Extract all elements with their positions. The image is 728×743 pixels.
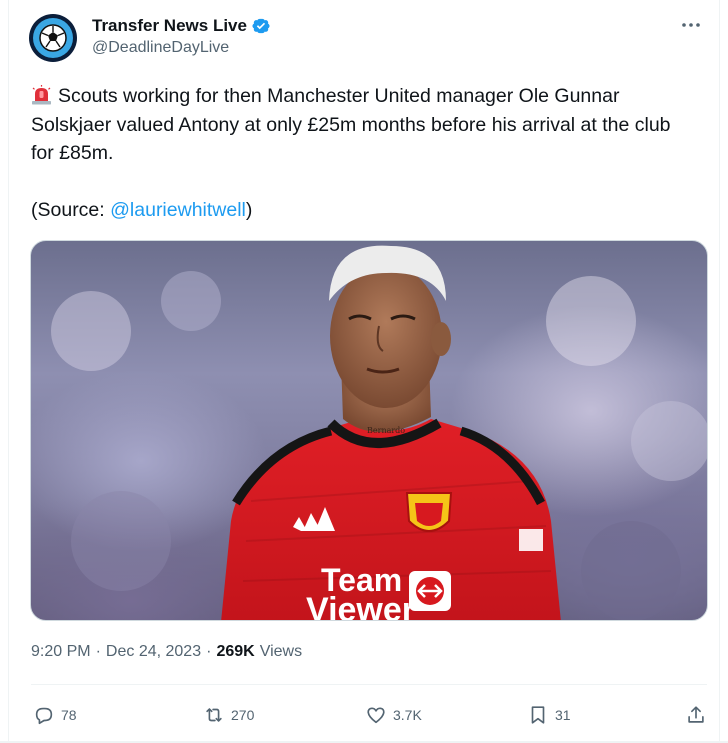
bookmark-count: 31 (555, 707, 571, 723)
verified-badge-icon (251, 16, 271, 36)
sleeve-patch (519, 529, 543, 551)
sponsor-text-line2: Viewer (306, 591, 415, 621)
bookmark-icon (531, 706, 545, 724)
football-icon (33, 18, 73, 58)
like-count: 3.7K (393, 707, 422, 723)
display-name[interactable]: Transfer News Live (92, 16, 247, 36)
share-button[interactable] (685, 700, 707, 730)
neck-tattoo: Bernardo (367, 426, 405, 435)
meta-separator: · (95, 643, 101, 660)
views-count: 269K (216, 643, 255, 660)
source-suffix: ) (245, 198, 253, 221)
tweet-card: Transfer News Live @DeadlineDayLive Scou… (8, 0, 720, 743)
source-line: (Source: @lauriewhitwell) (31, 196, 691, 225)
reply-icon (35, 707, 53, 725)
repost-icon (206, 708, 222, 722)
divider (31, 684, 707, 685)
tweet-meta: 9:20 PM · Dec 24, 2023 · 269K Views (31, 643, 302, 661)
more-options-button[interactable] (677, 14, 705, 36)
user-info: Transfer News Live @DeadlineDayLive (92, 16, 271, 57)
like-button[interactable]: 3.7K (365, 700, 422, 730)
club-crest (405, 492, 453, 532)
source-prefix: (Source: (31, 198, 111, 221)
sponsor-logo (409, 571, 451, 611)
tweet-date[interactable]: Dec 24, 2023 (106, 643, 201, 661)
tweet-media-image[interactable]: Bernardo Team Viewer (30, 240, 708, 621)
share-icon (688, 706, 704, 723)
player-photo: Bernardo Team Viewer (51, 245, 707, 621)
bookmark-button[interactable]: 31 (527, 700, 571, 730)
tweet-time[interactable]: 9:20 PM (31, 643, 91, 661)
avatar[interactable] (29, 14, 77, 62)
tweet-body: Scouts working for then Manchester Unite… (31, 85, 671, 164)
views-label: Views (259, 643, 303, 660)
meta-separator: · (206, 643, 212, 660)
reply-button[interactable]: 78 (33, 700, 77, 730)
user-handle[interactable]: @DeadlineDayLive (92, 39, 271, 57)
more-dots-icon (682, 23, 700, 27)
reply-count: 78 (61, 707, 77, 723)
repost-count: 270 (231, 707, 255, 723)
repost-button[interactable]: 270 (203, 700, 254, 730)
tweet-text: Scouts working for then Manchester Unite… (31, 82, 691, 224)
action-bar: 78 270 3.7K 31 (31, 700, 707, 730)
siren-icon (31, 85, 52, 105)
source-mention-link[interactable]: @lauriewhitwell (110, 199, 246, 221)
heart-icon (367, 707, 385, 724)
